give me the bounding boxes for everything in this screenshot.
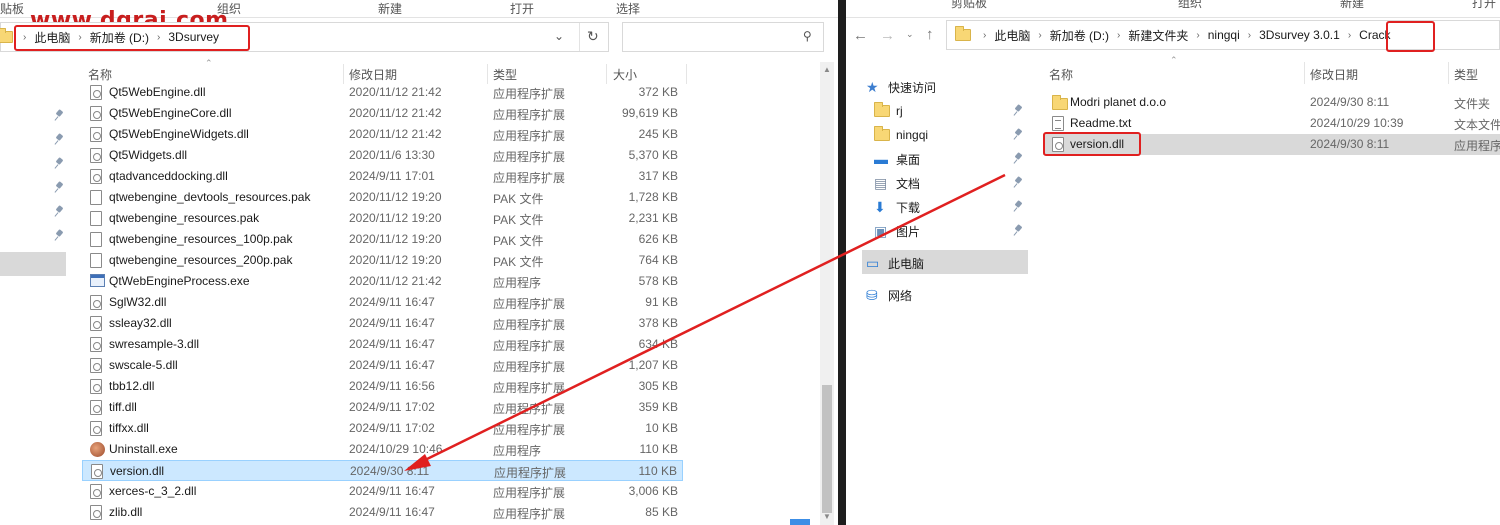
annotation-arrow xyxy=(404,173,1006,471)
arrow-shaft xyxy=(424,173,1006,462)
arrow-head-icon xyxy=(404,454,431,471)
